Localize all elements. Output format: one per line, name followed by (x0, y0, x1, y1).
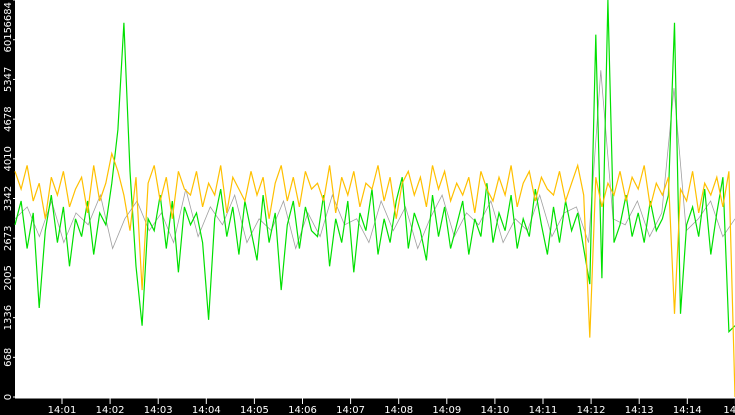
x-tick-label: 14:01 (48, 405, 77, 415)
y-tick-label: 4678 (3, 106, 14, 131)
x-tick-label: 14:14 (673, 405, 702, 415)
y-tick-label: 6684 (3, 2, 14, 27)
x-tick-label: 14:07 (336, 405, 365, 415)
y-tick-label: 3342 (3, 186, 14, 211)
x-tick-label: 14:04 (192, 405, 221, 415)
x-tick-label: 14:05 (240, 405, 269, 415)
y-tick-label: 2673 (3, 226, 14, 251)
x-tick-label: 14:09 (432, 405, 461, 415)
x-tick-label: 14:02 (96, 405, 125, 415)
y-tick-label: 6015 (3, 27, 14, 52)
x-tick-label: 14:08 (384, 405, 413, 415)
y-tick-label: 1336 (3, 305, 14, 330)
x-tick-label: 14:10 (480, 405, 509, 415)
y-tick-label: 0 (3, 394, 14, 400)
y-tick-label: 5347 (3, 67, 14, 92)
line-chart: 0 668 1336 2005 2673 3342 4010 4678 5347 60156684… (3, 0, 735, 415)
x-tick-label: 14:12 (577, 405, 606, 415)
y-tick-label: 668 (3, 348, 14, 367)
x-tick-label: 14:06 (288, 405, 317, 415)
x-tick-label: 14:11 (529, 405, 558, 415)
x-tick-label: 14:13 (625, 405, 654, 415)
y-tick-label: 4010 (3, 146, 14, 171)
y-tick-label: 2005 (3, 265, 14, 290)
x-tick-label: 14:03 (144, 405, 173, 415)
x-tick-label: 14 (723, 405, 735, 415)
